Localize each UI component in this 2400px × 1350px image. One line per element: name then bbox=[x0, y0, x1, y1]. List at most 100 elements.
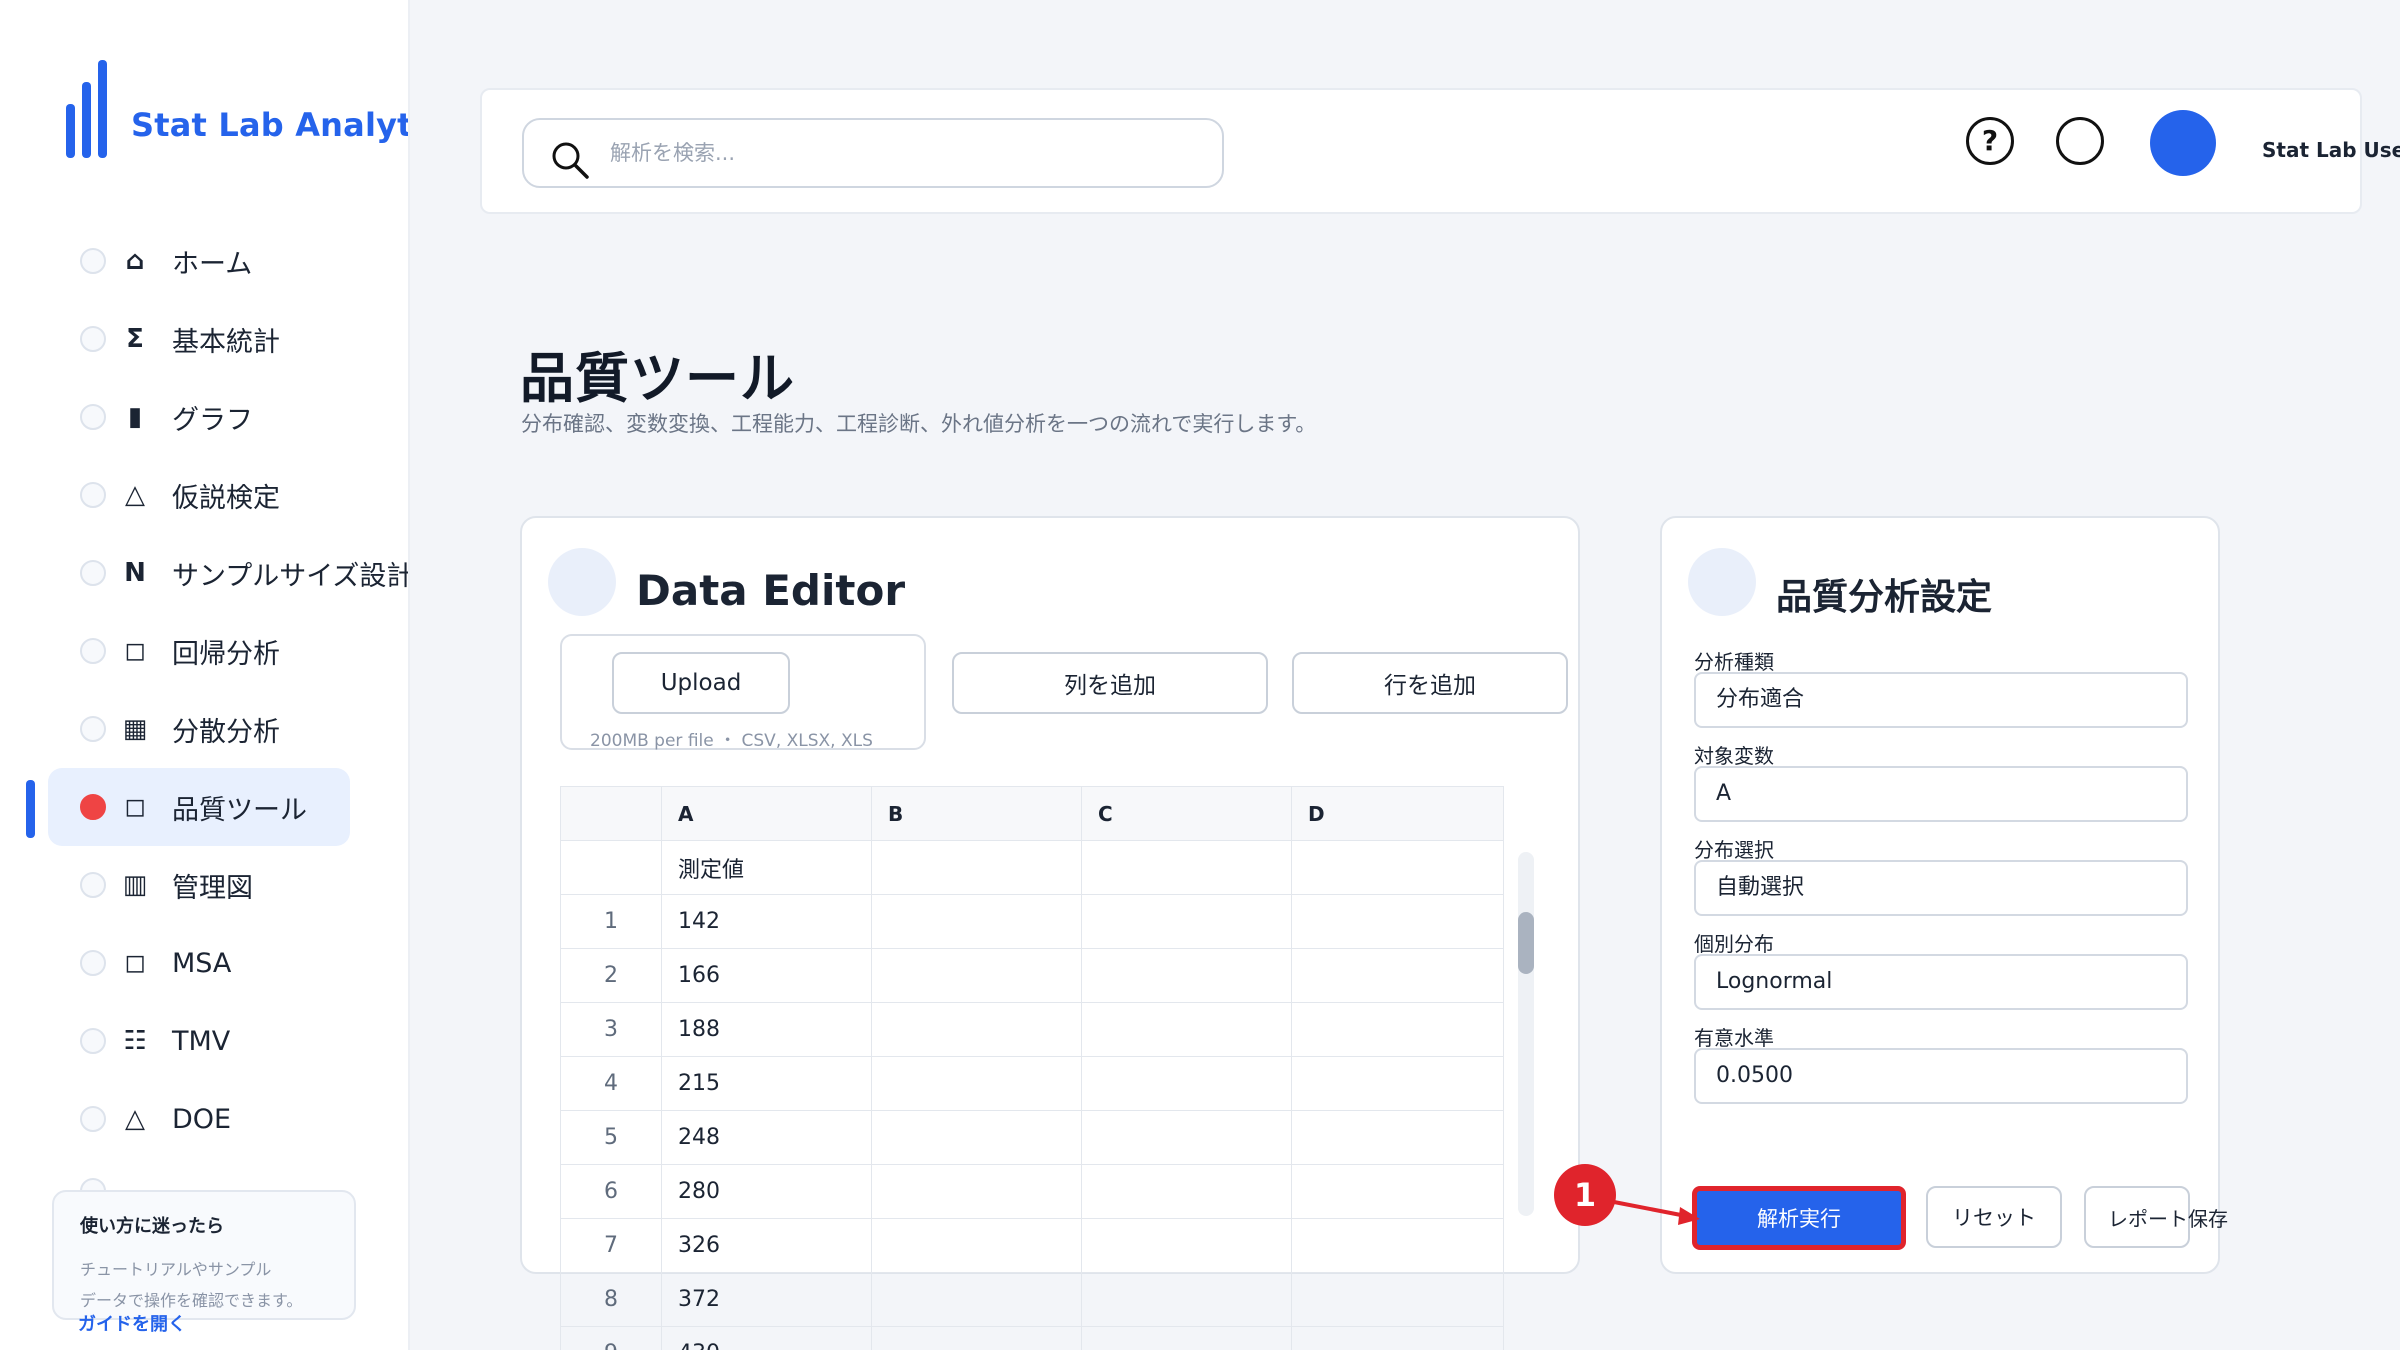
table-cell[interactable]: 142 bbox=[661, 894, 872, 949]
sidebar-item[interactable]: ▥ 管理図 bbox=[48, 846, 408, 924]
settings-select[interactable]: 0.0500 bbox=[1694, 1048, 2188, 1104]
table-cell[interactable] bbox=[871, 948, 1082, 1003]
settings-select[interactable]: 自動選択 bbox=[1694, 860, 2188, 916]
brand-name: Stat Lab Analytics bbox=[131, 106, 410, 144]
table-cell[interactable] bbox=[1291, 894, 1504, 949]
nav-dot bbox=[80, 1028, 106, 1054]
table-cell[interactable]: 215 bbox=[661, 1056, 872, 1111]
circle-icon[interactable] bbox=[2056, 117, 2104, 165]
column-header[interactable]: D bbox=[1291, 786, 1504, 841]
card-badge-icon bbox=[548, 548, 616, 616]
column-header[interactable] bbox=[560, 786, 662, 841]
table-cell[interactable] bbox=[871, 1110, 1082, 1165]
scrollbar-thumb[interactable] bbox=[1518, 912, 1534, 974]
sidebar-item[interactable]: ▦ 分散分析 bbox=[48, 690, 408, 768]
table-cell[interactable] bbox=[1291, 1164, 1504, 1219]
table-cell[interactable] bbox=[871, 1164, 1082, 1219]
table-cell[interactable] bbox=[1081, 894, 1292, 949]
table-cell[interactable] bbox=[871, 1218, 1082, 1273]
table-cell[interactable] bbox=[1081, 1110, 1292, 1165]
table-row: 6 280 bbox=[560, 1164, 1504, 1219]
sidebar-nav: ⌂ ホーム Σ 基本統計 ▮ グラフ △ 仮説検定 N サンプルサイズ設計 ◻ 回帰分析 ▦ 分散分析 ◻ 品… bbox=[48, 222, 408, 1158]
n-icon: N bbox=[124, 558, 146, 588]
table-cell[interactable] bbox=[1291, 1218, 1504, 1273]
active-indicator bbox=[26, 780, 35, 838]
column-header[interactable]: A bbox=[661, 786, 872, 841]
square-icon: ◻ bbox=[124, 636, 146, 666]
table-cell[interactable] bbox=[1081, 1002, 1292, 1057]
table-cell[interactable] bbox=[871, 1272, 1082, 1327]
search-input[interactable] bbox=[610, 120, 1200, 186]
upload-button[interactable]: Upload bbox=[612, 652, 790, 714]
sidebar-item[interactable]: ▮ グラフ bbox=[48, 378, 408, 456]
add-row-button[interactable]: 行を追加 bbox=[1292, 652, 1568, 714]
scrollbar-track[interactable] bbox=[1518, 852, 1534, 1216]
sidebar-item[interactable]: N サンプルサイズ設計 bbox=[48, 534, 408, 612]
sidebar-item[interactable]: Σ 基本統計 bbox=[48, 300, 408, 378]
nav-dot bbox=[80, 716, 106, 742]
table-cell[interactable] bbox=[1081, 1326, 1292, 1350]
table-cell[interactable] bbox=[1081, 1272, 1292, 1327]
user-name[interactable]: Stat Lab User bbox=[2262, 138, 2400, 162]
table-cell[interactable]: 326 bbox=[661, 1218, 872, 1273]
sidebar-item[interactable]: ◻ 回帰分析 bbox=[48, 612, 408, 690]
help-icon[interactable]: ? bbox=[1966, 117, 2014, 165]
brand[interactable]: Stat Lab Analytics bbox=[66, 60, 410, 158]
field-label: 対象変数 bbox=[1694, 744, 1774, 768]
upload-dropzone[interactable]: Upload 200MB per file ・ CSV, XLSX, XLS bbox=[560, 634, 926, 751]
table-cell[interactable] bbox=[560, 840, 662, 895]
table-cell[interactable] bbox=[871, 1056, 1082, 1111]
settings-title: 品質分析設定 bbox=[1776, 577, 1993, 618]
table-cell[interactable]: 測定値 bbox=[661, 840, 872, 895]
avatar[interactable] bbox=[2150, 110, 2216, 176]
settings-select[interactable]: 分布適合 bbox=[1694, 672, 2188, 728]
save-report-button[interactable]: レポート保存 bbox=[2084, 1186, 2228, 1248]
table-cell[interactable]: 166 bbox=[661, 948, 872, 1003]
table-cell[interactable]: 280 bbox=[661, 1164, 872, 1219]
row-number: 8 bbox=[560, 1272, 662, 1327]
table-row: 4 215 bbox=[560, 1056, 1504, 1111]
sidebar-item[interactable]: △ 仮説検定 bbox=[48, 456, 408, 534]
table-cell[interactable] bbox=[1291, 1110, 1504, 1165]
settings-select[interactable]: A bbox=[1694, 766, 2188, 822]
search-box[interactable] bbox=[522, 118, 1224, 188]
table-row: 3 188 bbox=[560, 1002, 1504, 1057]
page-subtitle: 分布確認、変数変換、工程能力、工程診断、外れ値分析を一つの流れで実行します。 bbox=[521, 412, 1317, 436]
add-column-button[interactable]: 列を追加 bbox=[952, 652, 1268, 714]
row-number: 2 bbox=[560, 948, 662, 1003]
table-cell[interactable]: 430 bbox=[661, 1326, 872, 1350]
table-cell[interactable] bbox=[1291, 1326, 1504, 1350]
sidebar-item[interactable]: △ DOE bbox=[48, 1080, 408, 1158]
sidebar-item-label: 分散分析 bbox=[172, 716, 280, 748]
sidebar-item[interactable]: ◻ 品質ツール bbox=[48, 768, 350, 846]
column-header[interactable]: B bbox=[871, 786, 1082, 841]
table-cell[interactable] bbox=[1081, 1218, 1292, 1273]
sidebar-item[interactable]: ⌂ ホーム bbox=[48, 222, 408, 300]
settings-select[interactable]: Lognormal bbox=[1694, 954, 2188, 1010]
sidebar-item[interactable]: ◻ MSA bbox=[48, 924, 408, 1002]
table-cell[interactable] bbox=[871, 840, 1082, 895]
data-grid: ABCD 測定値 1 142 2 166 3 188 4 215 5 248 6 280 7 326 8 372… bbox=[560, 786, 1522, 1350]
table-cell[interactable] bbox=[1081, 948, 1292, 1003]
bar-icon: ▮ bbox=[127, 402, 143, 432]
column-header[interactable]: C bbox=[1081, 786, 1292, 841]
table-cell[interactable] bbox=[871, 1326, 1082, 1350]
table-cell[interactable] bbox=[1081, 840, 1292, 895]
run-analysis-button[interactable]: 解析実行 bbox=[1694, 1188, 1904, 1248]
table-cell[interactable] bbox=[1291, 1002, 1504, 1057]
sidebar-item[interactable]: ☷ TMV bbox=[48, 1002, 408, 1080]
table-cell[interactable] bbox=[1291, 948, 1504, 1003]
reset-button[interactable]: リセット bbox=[1926, 1186, 2062, 1248]
sidebar-item-label: 回帰分析 bbox=[172, 638, 280, 670]
table-cell[interactable] bbox=[1081, 1164, 1292, 1219]
table-cell[interactable] bbox=[871, 894, 1082, 949]
table-cell[interactable]: 248 bbox=[661, 1110, 872, 1165]
table-cell[interactable] bbox=[1081, 1056, 1292, 1111]
guide-link[interactable]: ガイドを開く bbox=[78, 1310, 186, 1336]
table-cell[interactable] bbox=[1291, 1056, 1504, 1111]
table-cell[interactable] bbox=[871, 1002, 1082, 1057]
table-cell[interactable] bbox=[1291, 840, 1504, 895]
table-cell[interactable] bbox=[1291, 1272, 1504, 1327]
table-cell[interactable]: 188 bbox=[661, 1002, 872, 1057]
table-cell[interactable]: 372 bbox=[661, 1272, 872, 1327]
